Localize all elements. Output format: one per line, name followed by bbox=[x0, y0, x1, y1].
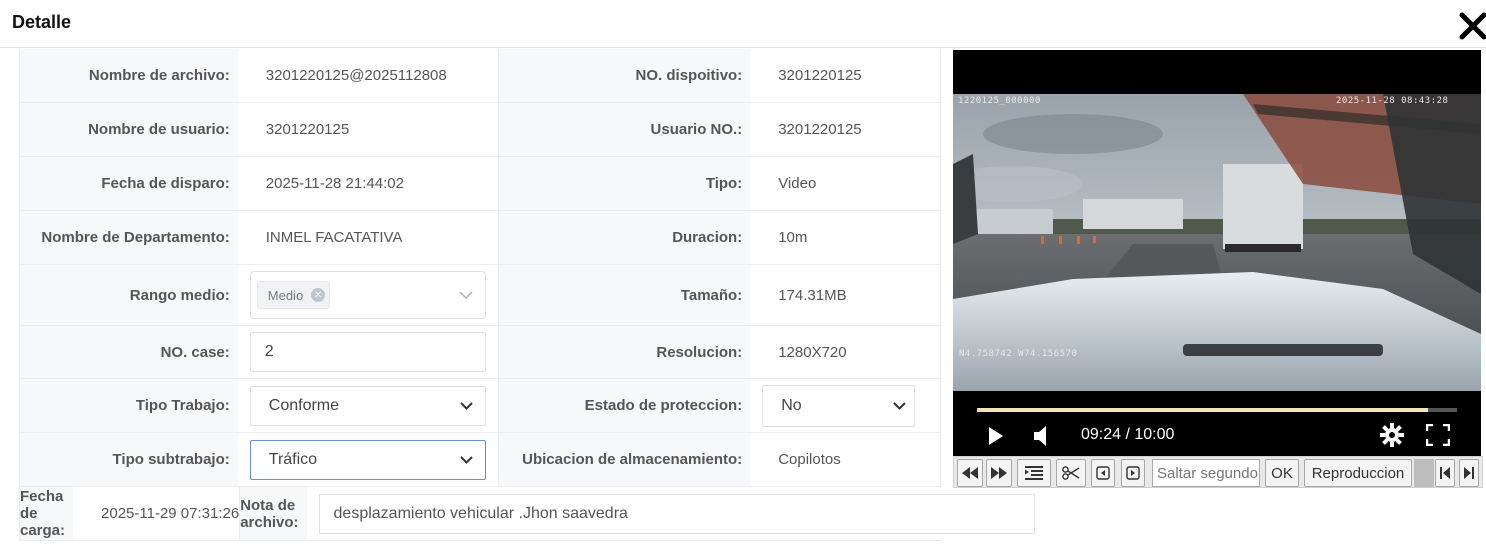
fast-forward-button[interactable] bbox=[986, 459, 1012, 487]
skip-start-icon bbox=[1440, 467, 1450, 479]
frame-forward-icon bbox=[1126, 466, 1140, 480]
range-tag: Medio ✕ bbox=[256, 281, 331, 309]
rewind-button[interactable] bbox=[957, 459, 983, 487]
field-label: Duracion: bbox=[499, 211, 751, 264]
form-row: Tipo subtrabajo: Tráfico Ubicacion de al… bbox=[20, 433, 941, 487]
field-label: Resolucion: bbox=[499, 326, 751, 378]
user-number-value: 3201220125 bbox=[778, 121, 862, 138]
field-label: Tamaño: bbox=[499, 265, 751, 325]
protection-select[interactable]: No bbox=[762, 384, 916, 427]
form-row: Nombre de usuario: 3201220125 Usuario NO… bbox=[20, 103, 941, 157]
department-value: INMEL FACATATIVA bbox=[265, 229, 403, 246]
form-row: Fecha de disparo: 2025-11-28 21:44:02 Ti… bbox=[20, 157, 941, 211]
field-label: Nombre de Departamento: bbox=[20, 211, 238, 264]
list-button[interactable] bbox=[1017, 459, 1051, 487]
fast-forward-icon bbox=[991, 467, 1007, 479]
file-name-value: 3201220125@2025112808 bbox=[265, 67, 447, 84]
storage-location-value: Copilotos bbox=[778, 451, 841, 468]
dialog-header: Detalle bbox=[0, 0, 1486, 48]
volume-icon[interactable] bbox=[1033, 425, 1051, 447]
range-tag-label: Medio bbox=[267, 287, 304, 303]
cut-button[interactable] bbox=[1056, 459, 1086, 487]
video-frame[interactable] bbox=[953, 94, 1481, 391]
chevron-down-icon bbox=[460, 401, 473, 410]
frame-forward-button[interactable] bbox=[1121, 459, 1145, 487]
gear-icon[interactable] bbox=[1380, 423, 1404, 447]
trigger-date-value: 2025-11-28 21:44:02 bbox=[265, 175, 404, 192]
field-label: Tipo: bbox=[499, 157, 751, 210]
field-label: Tipo subtrabajo: bbox=[20, 433, 238, 486]
list-icon bbox=[1025, 466, 1043, 480]
work-subtype-selected: Tráfico bbox=[268, 450, 318, 468]
size-value: 174.31MB bbox=[778, 286, 847, 304]
work-type-select[interactable]: Conforme bbox=[249, 385, 486, 426]
field-label: Usuario NO.: bbox=[499, 103, 751, 156]
field-label: Ubicacion de almacenamiento: bbox=[499, 433, 751, 486]
time-display: 09:24 / 10:00 bbox=[1081, 426, 1175, 443]
field-label: NO. dispoitivo: bbox=[499, 49, 751, 102]
chevron-down-icon bbox=[459, 290, 473, 299]
progress-fill bbox=[977, 408, 1429, 412]
user-name-value: 3201220125 bbox=[265, 121, 350, 138]
tag-remove-icon[interactable]: ✕ bbox=[311, 288, 326, 302]
osd-gps: N4.758742 W74.156570 bbox=[959, 349, 1078, 359]
skip-start-button[interactable] bbox=[1435, 459, 1455, 487]
close-icon[interactable] bbox=[1458, 11, 1486, 41]
chevron-down-icon bbox=[893, 401, 906, 410]
video-player[interactable]: 1220125_000000 2025-11-28 08:43:28 N4.75… bbox=[953, 50, 1481, 459]
form-row: Rango medio: Medio ✕ Tamaño: 174.31MB bbox=[20, 265, 941, 326]
field-label: Nombre de archivo: bbox=[20, 49, 238, 102]
seek-seconds-input[interactable] bbox=[1152, 459, 1260, 487]
duration-value: 10m bbox=[778, 229, 808, 246]
dialog-title: Detalle bbox=[12, 12, 72, 32]
scissors-icon bbox=[1062, 466, 1080, 480]
osd-timestamp: 2025-11-28 08:43:28 bbox=[1336, 96, 1449, 106]
work-type-selected: Conforme bbox=[268, 396, 340, 414]
frame-back-button[interactable] bbox=[1091, 459, 1115, 487]
form-row: Nombre de archivo: 3201220125@2025112808… bbox=[20, 49, 941, 103]
field-label: Tipo Trabajo: bbox=[20, 379, 238, 432]
chevron-down-icon bbox=[460, 455, 473, 464]
case-number-input[interactable]: 2 bbox=[249, 332, 486, 372]
work-subtype-select[interactable]: Tráfico bbox=[249, 439, 486, 480]
skip-end-button[interactable] bbox=[1459, 459, 1479, 487]
field-label: NO. case: bbox=[20, 326, 238, 378]
resolution-value: 1280X720 bbox=[778, 343, 847, 361]
field-label: Fecha de carga: bbox=[20, 487, 74, 540]
form-row: NO. case: 2 Resolucion: 1280X720 bbox=[20, 326, 941, 379]
field-label: Nombre de usuario: bbox=[20, 103, 238, 156]
type-value: Video bbox=[778, 175, 817, 192]
play-icon[interactable] bbox=[987, 426, 1005, 446]
upload-date-value: 2025-11-29 07:31:26 bbox=[101, 505, 240, 522]
progress-bar[interactable] bbox=[977, 408, 1457, 412]
field-label: Nota de archivo: bbox=[240, 487, 307, 540]
osd-file-id: 1220125_000000 bbox=[958, 96, 1041, 106]
ok-button[interactable]: OK bbox=[1265, 459, 1299, 487]
playback-button[interactable]: Reproduccion bbox=[1304, 459, 1412, 487]
device-number-value: 3201220125 bbox=[778, 67, 862, 84]
frame-back-icon bbox=[1096, 466, 1110, 480]
range-multiselect[interactable]: Medio ✕ bbox=[249, 271, 486, 319]
toolbar-scroll-gap bbox=[1414, 459, 1434, 487]
player-toolbar: OK Reproduccion bbox=[953, 456, 1483, 488]
form-row: Nombre de Departamento: INMEL FACATATIVA… bbox=[20, 211, 941, 265]
form-row: Tipo Trabajo: Conforme Estado de protecc… bbox=[20, 379, 941, 433]
rewind-icon bbox=[962, 467, 978, 479]
file-note-input[interactable]: desplazamiento vehicular .Jhon saavedra bbox=[318, 493, 1035, 534]
field-label: Estado de proteccion: bbox=[499, 379, 751, 432]
form-row: Fecha de carga: 2025-11-29 07:31:26 Nota… bbox=[20, 487, 1035, 541]
field-label: Fecha de disparo: bbox=[20, 157, 238, 210]
skip-end-icon bbox=[1464, 467, 1474, 479]
detail-form: Nombre de archivo: 3201220125@2025112808… bbox=[19, 49, 1035, 541]
protection-selected: No bbox=[781, 396, 802, 414]
field-label: Rango medio: bbox=[20, 265, 238, 325]
fullscreen-icon[interactable] bbox=[1426, 424, 1450, 446]
